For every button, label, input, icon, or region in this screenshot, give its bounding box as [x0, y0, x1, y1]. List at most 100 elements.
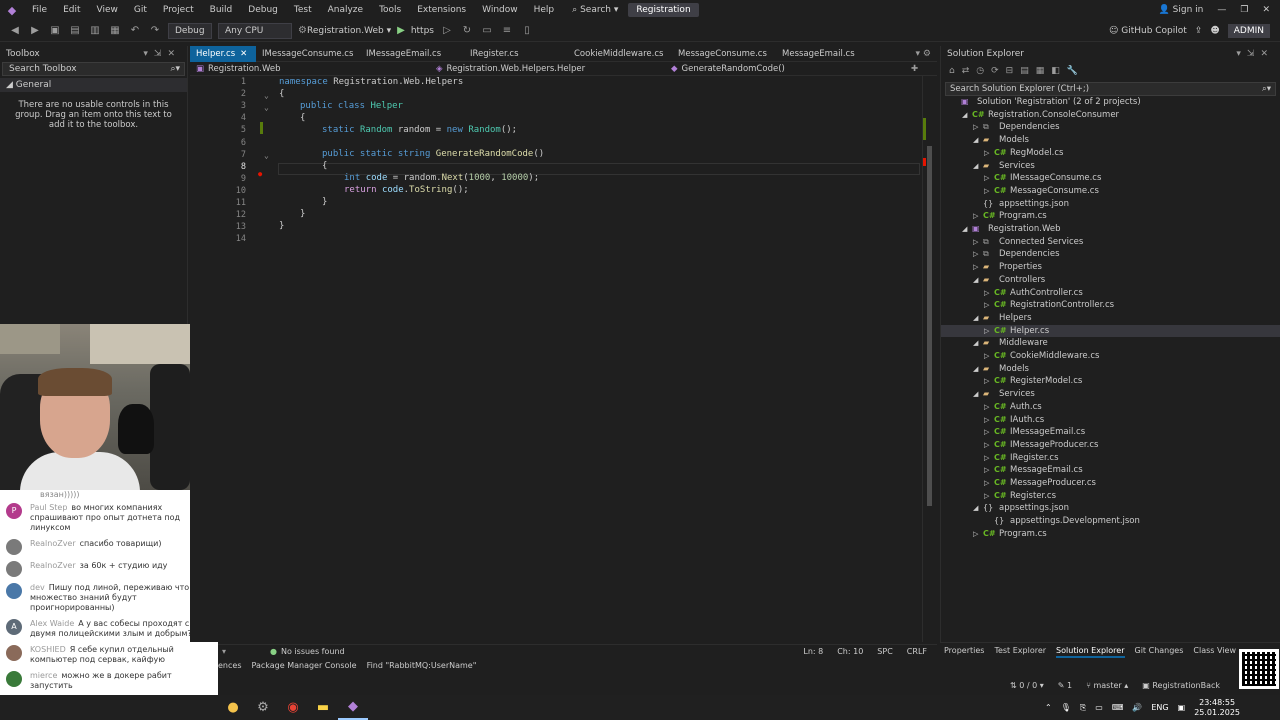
monitor-icon[interactable]: ▣: [1178, 703, 1186, 712]
code-line[interactable]: int code = random.Next(1000, 10000);: [190, 173, 922, 185]
new-item-icon[interactable]: ▣: [48, 25, 62, 36]
editor-tab-label[interactable]: IRegister.cs: [470, 46, 519, 62]
expanded-chevron-icon[interactable]: ◢: [973, 502, 978, 515]
tree-item[interactable]: ▷ C# Helper.cs: [941, 324, 1280, 338]
tree-item-label[interactable]: appsettings.json: [999, 502, 1069, 515]
taskbar-settings-icon[interactable]: ⚙: [248, 695, 278, 720]
collapsed-chevron-icon[interactable]: ▷: [973, 121, 978, 134]
expanded-chevron-icon[interactable]: ◢: [973, 134, 978, 147]
properties-icon[interactable]: 🔧: [1067, 66, 1078, 76]
tree-item[interactable]: ◢ ▰ Controllers: [941, 274, 1280, 287]
collapsed-chevron-icon[interactable]: ▷: [984, 490, 989, 503]
bottom-tool-tab[interactable]: ences: [218, 659, 241, 673]
taskbar-app-icon[interactable]: ●: [218, 695, 248, 720]
save-all-icon[interactable]: ▦: [108, 25, 122, 36]
expanded-chevron-icon[interactable]: ◢: [973, 363, 978, 376]
tree-item[interactable]: ◢ ▰ Models: [941, 363, 1280, 376]
back-icon[interactable]: ◀: [8, 25, 22, 36]
code-line[interactable]: }: [190, 197, 922, 209]
expanded-chevron-icon[interactable]: ◢: [973, 312, 978, 325]
collapsed-chevron-icon[interactable]: ▷: [973, 261, 978, 274]
collapsed-chevron-icon[interactable]: ▷: [984, 287, 989, 300]
run-icon[interactable]: ▶: [397, 25, 405, 36]
tree-item-label[interactable]: IRegister.cs: [1010, 452, 1059, 465]
tree-item[interactable]: ▣ Solution 'Registration' (2 of 2 project…: [941, 96, 1280, 109]
expanded-chevron-icon[interactable]: ◢: [962, 109, 967, 122]
toolbox-search-input[interactable]: Search Toolbox ⌕▾: [2, 62, 185, 76]
tree-item-label[interactable]: IMessageProducer.cs: [1010, 439, 1098, 452]
collapsed-chevron-icon[interactable]: ▷: [984, 350, 989, 363]
commits-indicator[interactable]: ✎ 1: [1058, 681, 1072, 690]
tree-item[interactable]: {} appsettings.Development.json: [941, 515, 1280, 528]
menu-item[interactable]: Extensions: [409, 0, 474, 20]
code-line[interactable]: {: [190, 161, 922, 173]
tree-item[interactable]: ◢ ▰ Services: [941, 160, 1280, 173]
launch-profile[interactable]: https: [411, 26, 434, 36]
tree-item[interactable]: ▷ C# RegModel.cs: [941, 147, 1280, 160]
tree-item-label[interactable]: Registration.Web: [988, 223, 1061, 236]
tree-item[interactable]: ◢ ▰ Models: [941, 134, 1280, 147]
visual-studio-icon[interactable]: ◆: [338, 695, 368, 720]
menu-item[interactable]: Analyze: [320, 0, 371, 20]
tree-item[interactable]: ▷ C# IMessageConsume.cs: [941, 172, 1280, 185]
minimize-icon[interactable]: —: [1217, 5, 1226, 15]
platform-dropdown[interactable]: Any CPU: [218, 22, 292, 39]
bookmark-icon[interactable]: ▯: [520, 25, 534, 36]
language-indicator[interactable]: ENG: [1151, 703, 1168, 712]
tree-item[interactable]: ▷ C# Program.cs: [941, 528, 1280, 541]
branch-name[interactable]: master: [1093, 681, 1121, 690]
right-pane-tab[interactable]: Solution Explorer: [1056, 643, 1125, 658]
solution-explorer-search-input[interactable]: Search Solution Explorer (Ctrl+;) ⌕▾: [945, 82, 1276, 96]
maximize-icon[interactable]: ❐: [1240, 5, 1248, 15]
repo-indicator[interactable]: ▣ RegistrationBack: [1142, 681, 1220, 690]
tree-item[interactable]: ▷ C# Auth.cs: [941, 401, 1280, 414]
tree-item-label[interactable]: CookieMiddleware.cs: [1010, 350, 1099, 363]
tree-item-label[interactable]: Program.cs: [999, 528, 1047, 541]
zoom-dropdown[interactable]: ▾: [222, 647, 226, 656]
collapsed-chevron-icon[interactable]: ▷: [973, 248, 978, 261]
collapsed-chevron-icon[interactable]: ▷: [984, 172, 989, 185]
tree-item-label[interactable]: Auth.cs: [1010, 401, 1042, 414]
tree-item[interactable]: ▷ ⧉ Dependencies: [941, 248, 1280, 261]
microphone-icon[interactable]: 🎙: [1061, 703, 1071, 712]
collapsed-chevron-icon[interactable]: ▷: [984, 439, 989, 452]
tree-item[interactable]: ◢ ▰ Middleware: [941, 337, 1280, 350]
toolbox-group-general[interactable]: ◢ General: [0, 78, 187, 92]
editor-tab-label[interactable]: MessageConsume.cs: [678, 46, 767, 62]
collapsed-chevron-icon[interactable]: ▷: [984, 414, 989, 427]
collapse-all-icon[interactable]: ⊟: [1006, 66, 1014, 76]
tree-item-label[interactable]: Services: [999, 160, 1035, 173]
tree-item-label[interactable]: Solution 'Registration' (2 of 2 projects…: [977, 96, 1141, 109]
feedback-icon[interactable]: ☻: [1210, 26, 1219, 36]
collapsed-chevron-icon[interactable]: ▷: [984, 477, 989, 490]
tree-item[interactable]: ◢ C# Registration.ConsoleConsumer: [941, 109, 1280, 122]
save-icon[interactable]: ▥: [88, 25, 102, 36]
code-line[interactable]: static Random random = new Random();: [190, 125, 922, 137]
tree-item-label[interactable]: Program.cs: [999, 210, 1047, 223]
collapsed-chevron-icon[interactable]: ▷: [984, 299, 989, 312]
menu-item[interactable]: Project: [155, 0, 202, 20]
code-line[interactable]: public class Helper: [190, 101, 922, 113]
collapsed-chevron-icon[interactable]: ▷: [984, 375, 989, 388]
nav-member-label[interactable]: GenerateRandomCode(): [682, 62, 785, 76]
tree-item[interactable]: {} appsettings.json: [941, 198, 1280, 211]
volume-icon[interactable]: 🔊: [1132, 703, 1142, 712]
tree-item[interactable]: ▷ C# IMessageEmail.cs: [941, 426, 1280, 439]
editor-tab[interactable]: IMessageConsume.cs: [256, 46, 360, 62]
switch-views-icon[interactable]: ⇄: [962, 66, 970, 76]
editor-tab[interactable]: MessageEmail.cs: [776, 46, 880, 62]
configuration-dropdown[interactable]: Debug: [168, 22, 212, 39]
tree-item[interactable]: ◢ {} appsettings.json: [941, 502, 1280, 515]
right-pane-tab[interactable]: Properties: [944, 643, 984, 658]
changes-count[interactable]: 0 / 0: [1019, 681, 1037, 690]
editor-tab-label[interactable]: IMessageEmail.cs: [366, 46, 441, 62]
editor-tab[interactable]: IRegister.cs: [464, 46, 568, 62]
tree-item[interactable]: ▷ C# MessageConsume.cs: [941, 185, 1280, 198]
expanded-chevron-icon[interactable]: ◢: [973, 160, 978, 173]
collapsed-chevron-icon[interactable]: ▷: [984, 185, 989, 198]
tree-item-label[interactable]: Models: [999, 363, 1029, 376]
tree-item-label[interactable]: Dependencies: [999, 248, 1060, 261]
editor-tab-label[interactable]: CookieMiddleware.cs: [574, 46, 663, 62]
tree-item[interactable]: ▷ C# IRegister.cs: [941, 452, 1280, 465]
tree-item[interactable]: ▷ ⧉ Dependencies: [941, 121, 1280, 134]
